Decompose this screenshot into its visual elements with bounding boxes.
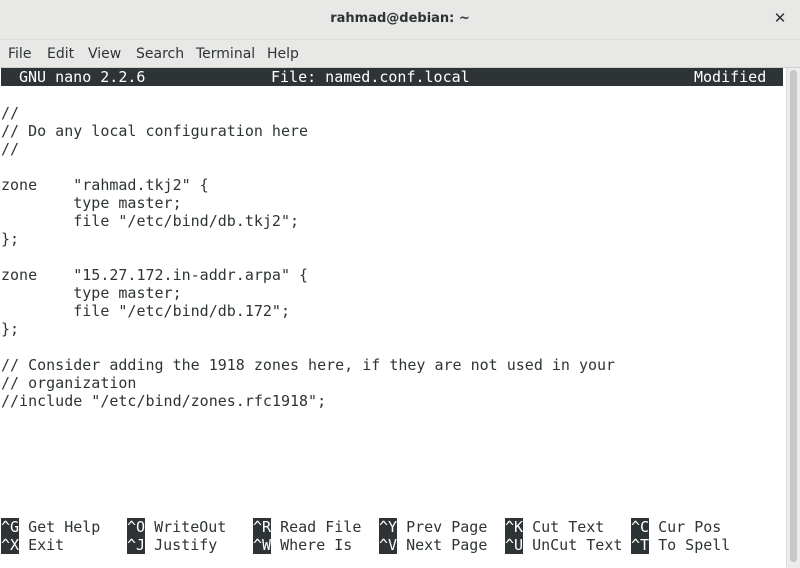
shortcut-cut-text[interactable]: ^K Cut Text	[505, 518, 604, 536]
terminal-area[interactable]: GNU nano 2.2.6 File: named.conf.local Mo…	[0, 68, 786, 568]
editor-line: zone "15.27.172.in-addr.arpa" {	[1, 266, 309, 284]
editor-line: // Do any local configuration here	[1, 122, 309, 140]
shortcut-justify[interactable]: ^J Justify	[127, 536, 217, 554]
editor-line: };	[1, 320, 20, 338]
scrollbar-thumb[interactable]	[790, 70, 797, 562]
shortcut-where-is[interactable]: ^W Where Is	[253, 536, 352, 554]
shortcut-read-file[interactable]: ^R Read File	[253, 518, 361, 536]
editor-line: file "/etc/bind/db.172";	[1, 302, 290, 320]
menu-bar: File Edit View Search Terminal Help	[0, 40, 800, 68]
editor-line: type master;	[1, 284, 182, 302]
shortcut-get-help[interactable]: ^G Get Help	[1, 518, 100, 536]
menu-search[interactable]: Search	[136, 46, 184, 62]
editor-line: // organization	[1, 374, 137, 392]
menu-terminal[interactable]: Terminal	[196, 46, 255, 62]
shortcut-exit[interactable]: ^X Exit	[1, 536, 64, 554]
nano-filename: File: named.conf.local	[271, 68, 470, 86]
editor-line: zone "rahmad.tkj2" {	[1, 176, 209, 194]
shortcut-to-spell[interactable]: ^T To Spell	[631, 536, 730, 554]
title-bar: rahmad@debian: ~ ✕	[0, 0, 800, 40]
menu-file[interactable]: File	[8, 46, 31, 62]
editor-line: // Consider adding the 1918 zones here, …	[1, 356, 616, 374]
shortcut-cur-pos[interactable]: ^C Cur Pos	[631, 518, 721, 536]
close-icon[interactable]: ✕	[772, 9, 788, 27]
menu-edit[interactable]: Edit	[47, 46, 74, 62]
terminal-scrollbar[interactable]	[786, 68, 800, 568]
menu-help[interactable]: Help	[267, 46, 299, 62]
editor-line: //include "/etc/bind/zones.rfc1918";	[1, 392, 327, 410]
window-title: rahmad@debian: ~	[330, 11, 470, 26]
editor-line: };	[1, 230, 20, 248]
nano-header: GNU nano 2.2.6 File: named.conf.local Mo…	[1, 68, 783, 86]
nano-version: GNU nano 2.2.6	[19, 68, 146, 86]
nano-status: Modified	[694, 68, 767, 86]
shortcut-uncut-text[interactable]: ^U UnCut Text	[505, 536, 622, 554]
editor-line: //	[1, 140, 20, 158]
editor-line: type master;	[1, 194, 182, 212]
menu-view[interactable]: View	[88, 46, 121, 62]
editor-line: //	[1, 104, 20, 122]
shortcut-next-page[interactable]: ^V Next Page	[379, 536, 487, 554]
shortcut-prev-page[interactable]: ^Y Prev Page	[379, 518, 487, 536]
editor-line: file "/etc/bind/db.tkj2";	[1, 212, 300, 230]
shortcut-writeout[interactable]: ^O WriteOut	[127, 518, 226, 536]
